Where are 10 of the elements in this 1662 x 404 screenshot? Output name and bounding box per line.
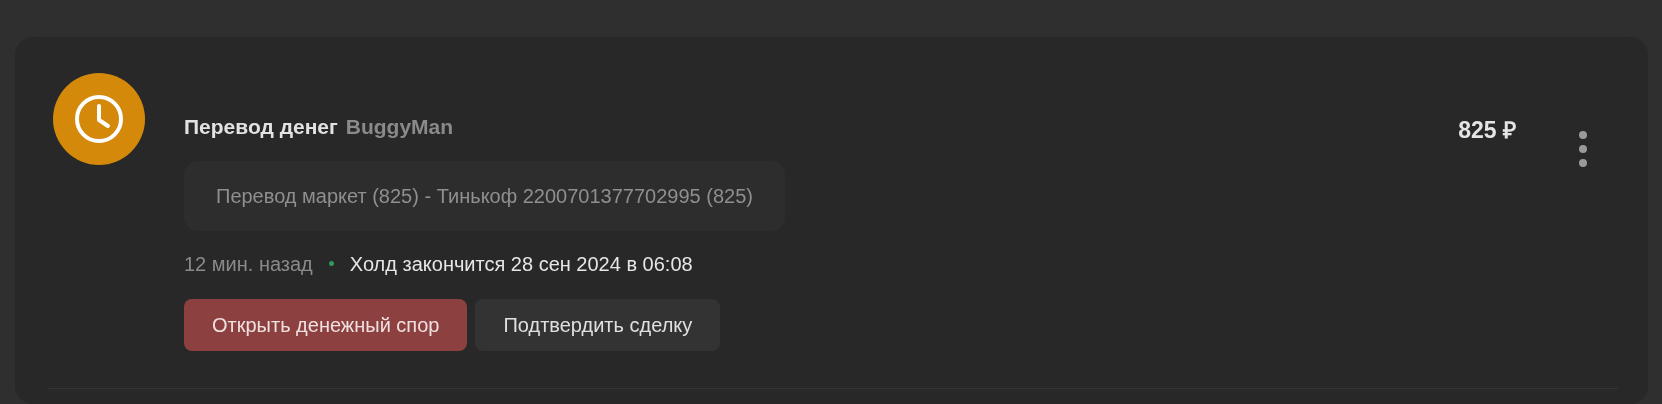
dispute-button[interactable]: Открыть денежный спор	[184, 298, 468, 351]
amount: 825 ₽	[1458, 116, 1516, 145]
user-name: BuggyMan	[345, 114, 454, 140]
confirm-button[interactable]: Подтвердить сделку	[475, 298, 721, 351]
transaction-title: Перевод денег	[184, 114, 338, 140]
status-dot	[328, 261, 334, 266]
hold-notice: Холд закончится 28 сен 2024 в 06:08	[349, 251, 693, 277]
timestamp: 12 мин. назад	[184, 251, 313, 277]
transaction-note: Перевод маркет (825) - Тинькоф 2200701377702995 (825)	[184, 160, 785, 231]
more-icon[interactable]	[1578, 130, 1588, 168]
